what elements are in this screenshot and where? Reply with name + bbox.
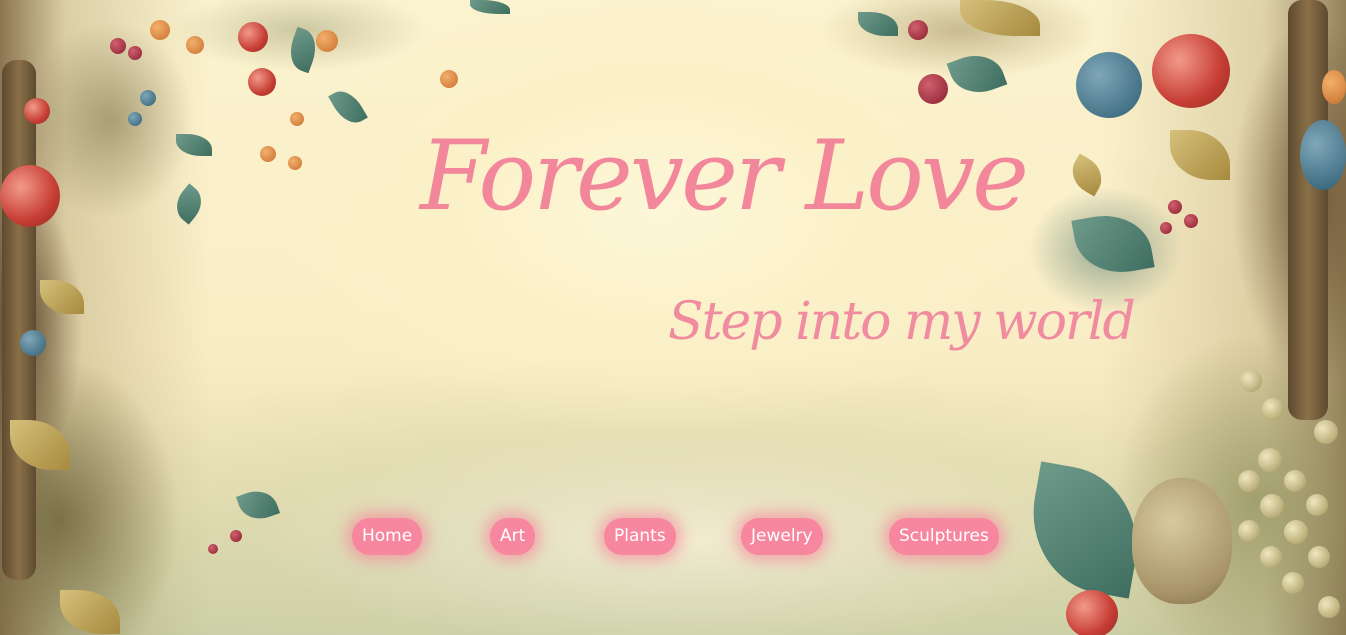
apple-illustration [1152, 34, 1230, 108]
grape-illustration [1306, 494, 1328, 516]
blueberry-illustration [1076, 52, 1142, 118]
apple-illustration [238, 22, 268, 52]
page-subtitle: Step into my world [668, 292, 1136, 352]
main-navigation: Home Art Plants Jewelry Sculptures [0, 518, 1346, 556]
berry-illustration [918, 74, 948, 104]
nav-link-plants[interactable]: Plants [604, 518, 676, 555]
grape-illustration [1284, 470, 1306, 492]
grape-illustration [1238, 470, 1260, 492]
blueberry-illustration [20, 330, 46, 356]
nav-link-art[interactable]: Art [490, 518, 536, 555]
grape-illustration [1260, 494, 1284, 518]
orange-illustration [440, 70, 458, 88]
left-tree-trunk [2, 60, 36, 580]
grape-illustration [1282, 572, 1304, 594]
grape-illustration [1240, 370, 1262, 392]
berry-illustration [1168, 200, 1182, 214]
apple-illustration [0, 165, 60, 227]
berry-illustration [110, 38, 126, 54]
berry-illustration [1160, 222, 1172, 234]
grape-illustration [1314, 420, 1338, 444]
berry-illustration [1184, 214, 1198, 228]
right-tree-trunk [1288, 0, 1328, 420]
orange-illustration [316, 30, 338, 52]
nav-link-sculptures[interactable]: Sculptures [889, 518, 999, 555]
hero-background: Forever Love Step into my world Home Art… [0, 0, 1346, 635]
orange-illustration [1322, 70, 1346, 104]
berry-illustration [908, 20, 928, 40]
grape-illustration [1318, 596, 1340, 618]
apple-illustration [1066, 590, 1118, 635]
grape-illustration [1262, 398, 1284, 420]
nav-link-jewelry[interactable]: Jewelry [741, 518, 823, 555]
nav-link-home[interactable]: Home [352, 518, 423, 555]
orange-illustration [186, 36, 204, 54]
orange-illustration [290, 112, 304, 126]
berry-illustration [128, 46, 142, 60]
apple-illustration [248, 68, 276, 96]
blueberry-illustration [128, 112, 142, 126]
orange-illustration [288, 156, 302, 170]
page-title: Forever Love [420, 120, 1029, 232]
orange-illustration [260, 146, 276, 162]
blueberry-illustration [140, 90, 156, 106]
blueberry-illustration [1300, 120, 1346, 190]
grape-illustration [1258, 448, 1282, 472]
apple-illustration [24, 98, 50, 124]
orange-illustration [150, 20, 170, 40]
